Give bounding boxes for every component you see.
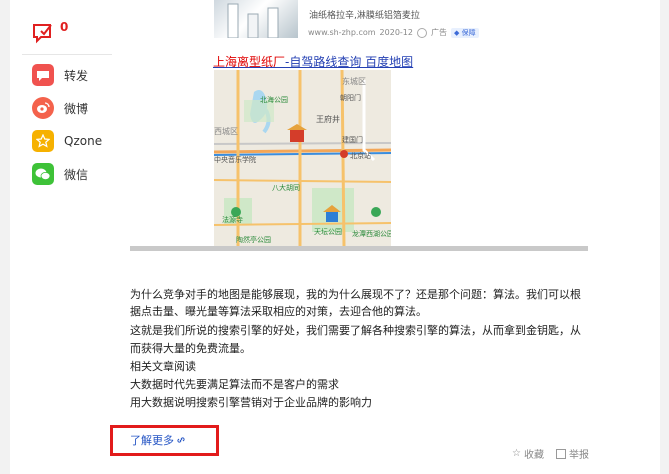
share-label-wechat: 微信	[64, 167, 89, 182]
wechat-icon	[32, 163, 54, 185]
related-heading: 相关文章阅读	[130, 360, 196, 373]
weibo-icon	[32, 97, 54, 119]
share-label-forward: 转发	[64, 68, 89, 83]
map-image[interactable]: 东城区 北海公园 王府井 朝阳门 西城区 建国门 中央音乐学院 北京站 八大胡同…	[214, 70, 391, 246]
sidebar-divider	[22, 54, 112, 55]
highlight-box	[110, 425, 219, 456]
related-article-link[interactable]: 大数据时代先要满足算法而不是客户的需求	[130, 376, 339, 393]
ad-label: 广告	[430, 28, 447, 37]
article-line: 据点击量、曝光量等算法采取相应的对策，去迎合他的算法。	[130, 305, 427, 318]
favorite-button[interactable]: ☆ 收藏	[512, 446, 544, 461]
share-forward[interactable]: 转发	[32, 64, 88, 86]
ad-domain: www.sh-zhp.com	[308, 28, 376, 37]
shield-icon: ◆	[453, 28, 460, 37]
map-label: 龙潭西湖公园	[352, 229, 391, 238]
page-background: 0 转发 微博 Qzone 微信 油纸格拉辛,淋膜纸铝箔麦拉 www.sh-zh…	[0, 0, 669, 474]
share-label-weibo: 微博	[64, 101, 89, 116]
map-label: 西城区	[214, 127, 238, 136]
share-qzone[interactable]: Qzone	[32, 130, 102, 152]
info-icon[interactable]	[416, 27, 427, 38]
article-line: 而获得大量的免费流量。	[130, 342, 251, 355]
map-label: 天坛公园	[314, 227, 342, 236]
map-label: 中央音乐学院	[214, 155, 256, 164]
forward-icon	[32, 64, 54, 86]
ad-description: 油纸格拉辛,淋膜纸铝箔麦拉	[309, 11, 420, 21]
ad-meta: www.sh-zhp.com 2020-12 广告 ◆ 保障	[308, 27, 479, 38]
map-label: 朝阳门	[340, 93, 361, 102]
map-label: 东城区	[342, 76, 366, 86]
park-marker-icon	[231, 207, 241, 217]
map-label: 王府井	[316, 114, 340, 124]
ad-title-highlight: 上海离型纸厂	[213, 55, 286, 69]
badge-text: 保障	[461, 28, 476, 37]
map-label: 北海公园	[260, 95, 288, 104]
report-icon	[556, 448, 566, 459]
related-article-link[interactable]: 用大数据说明搜索引擎营销对于企业品牌的影响力	[130, 394, 372, 411]
map-label: 建国门	[342, 135, 363, 144]
station-marker-icon	[340, 150, 348, 158]
report-button[interactable]: 举报	[556, 446, 589, 461]
comment-block[interactable]: 0	[22, 18, 112, 55]
share-weibo[interactable]: 微博	[32, 97, 88, 119]
map-label: 北京站	[350, 151, 371, 160]
qzone-icon	[32, 130, 54, 152]
share-label-qzone: Qzone	[64, 134, 103, 148]
ad-thumbnail[interactable]	[214, 0, 298, 39]
guarantee-badge: ◆ 保障	[450, 27, 479, 38]
report-label: 举报	[569, 450, 589, 461]
comment-count: 0	[60, 20, 69, 34]
star-icon: ☆	[512, 448, 521, 459]
ad-title-rest: -自驾路线查询 百度地图	[285, 55, 414, 69]
article-line: 为什么竞争对手的地图是能够展现，我的为什么展现不了？还是那个问题：算法。我们可以…	[130, 288, 581, 301]
map-label: 法源寺	[222, 215, 243, 224]
park-marker-icon	[371, 207, 381, 217]
article-line: 这就是我们所说的搜索引擎的好处，我们需要了解各种搜索引擎的算法，从而拿到金钥匙，…	[130, 324, 581, 337]
map-label: 八大胡同	[272, 183, 300, 192]
map-label: 陶然亭公园	[236, 235, 271, 244]
divider-bar	[130, 246, 588, 251]
comment-icon[interactable]	[32, 22, 54, 44]
ad-date: 2020-12	[379, 28, 413, 37]
ad-title-link[interactable]: 上海离型纸厂-自驾路线查询 百度地图	[213, 53, 413, 70]
favorite-label: 收藏	[523, 450, 544, 461]
share-wechat[interactable]: 微信	[32, 163, 88, 185]
